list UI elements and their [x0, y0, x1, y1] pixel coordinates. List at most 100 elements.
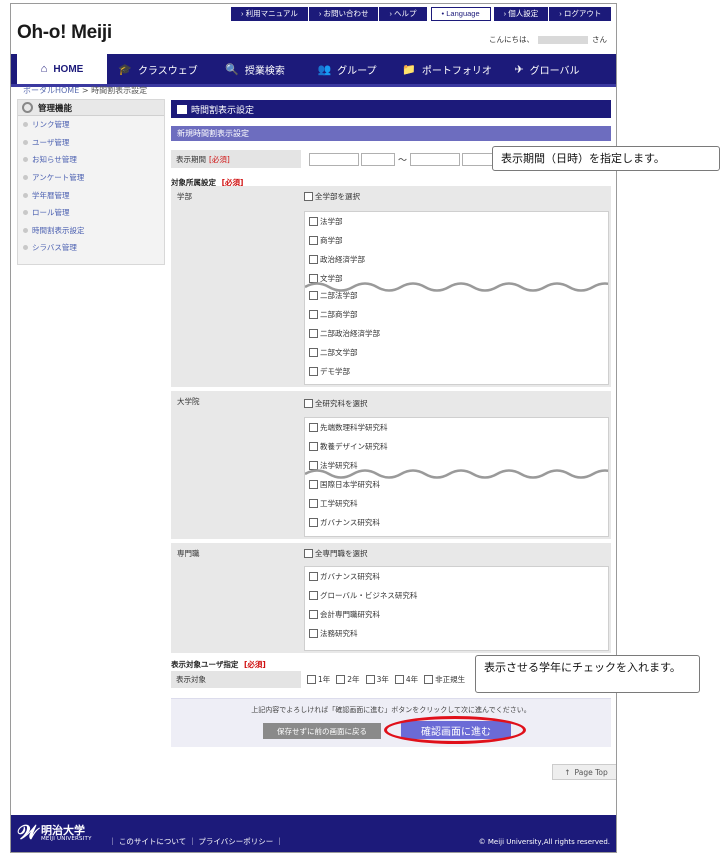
- checkbox[interactable]: [307, 675, 316, 684]
- user-greeting: こんにちは、 さん: [489, 34, 607, 45]
- sidebar-item-label: 時間割表示設定: [32, 225, 85, 235]
- start-date-input[interactable]: [309, 152, 359, 166]
- checkbox[interactable]: [309, 499, 318, 508]
- end-date-input[interactable]: [410, 152, 461, 166]
- sidebar-item-survey-management[interactable]: アンケート管理: [18, 169, 164, 187]
- graduate-item[interactable]: 先端数理科学研究科: [309, 422, 388, 433]
- sidebar-item-calendar-management[interactable]: 学年暦管理: [18, 186, 164, 204]
- faculty-item[interactable]: 商学部: [309, 235, 343, 246]
- checkbox[interactable]: [304, 398, 313, 408]
- faculty-select-all[interactable]: 全学部を選択: [304, 188, 607, 204]
- grade-option-3[interactable]: 3年: [365, 674, 389, 685]
- faculty-item[interactable]: 二部法学部: [309, 290, 358, 301]
- help-link[interactable]: › ヘルプ: [379, 7, 427, 21]
- faculty-item[interactable]: 二部政治経済学部: [309, 328, 380, 339]
- checkbox[interactable]: [309, 310, 318, 319]
- sidebar-item-link-management[interactable]: リンク管理: [18, 116, 164, 134]
- sidebar-item-label: シラバス管理: [32, 243, 77, 253]
- checkbox[interactable]: [394, 675, 404, 684]
- sidebar-item-notice-management[interactable]: お知らせ管理: [18, 151, 164, 169]
- graduate-item[interactable]: 工学研究科: [309, 498, 358, 509]
- sidebar-item-role-management[interactable]: ロール管理: [18, 204, 164, 222]
- faculty-item[interactable]: 政治経済学部: [309, 254, 365, 265]
- checkbox[interactable]: [365, 675, 375, 684]
- checkbox[interactable]: [309, 572, 318, 581]
- faculty-item[interactable]: デモ学部: [309, 366, 350, 377]
- back-without-saving-button[interactable]: 保存せずに前の画面に戻る: [263, 723, 381, 739]
- period-inputs: 〜: [301, 152, 497, 166]
- checkbox[interactable]: [309, 367, 318, 376]
- sidebar-item-user-management[interactable]: ユーザ管理: [18, 134, 164, 152]
- sidebar-item-timetable-settings[interactable]: 時間割表示設定: [18, 222, 164, 240]
- checkbox[interactable]: [309, 610, 318, 619]
- checkbox[interactable]: [309, 591, 318, 600]
- graduate-item[interactable]: ガバナンス研究科: [309, 517, 380, 528]
- item-label: 会計専門職研究科: [320, 610, 380, 619]
- logo-jp: 明治大学: [40, 824, 85, 837]
- grade-option-1[interactable]: 1年: [307, 674, 330, 685]
- checkbox[interactable]: [309, 255, 318, 264]
- checkbox[interactable]: [309, 629, 318, 638]
- nav-classweb[interactable]: 🎓 クラスウェブ: [107, 54, 209, 84]
- sidebar-item-syllabus-management[interactable]: シラバス管理: [18, 239, 164, 257]
- checkbox[interactable]: [304, 548, 313, 558]
- confirm-note: 上記内容でよろしければ「確認画面に進む」ボタンをクリックして次に進んでください。: [251, 706, 531, 714]
- item-label: 二部文学部: [320, 348, 358, 357]
- bullet-icon: [23, 175, 28, 181]
- logout-link[interactable]: › ログアウト: [549, 7, 612, 21]
- nav-global[interactable]: ✈ グローバル: [501, 54, 593, 84]
- contact-link[interactable]: › お問い合わせ: [308, 7, 379, 21]
- language-link[interactable]: • Language: [430, 7, 491, 21]
- professional-item[interactable]: グローバル・ビジネス研究科: [309, 590, 417, 601]
- checkbox[interactable]: [309, 480, 318, 489]
- grade-option-4[interactable]: 4年: [394, 674, 418, 685]
- professional-item[interactable]: ガバナンス研究科: [309, 571, 380, 582]
- breadcrumb-home-link[interactable]: ポータルHOME: [23, 86, 79, 95]
- checkbox[interactable]: [304, 191, 313, 201]
- professional-item[interactable]: 法務研究科: [309, 628, 358, 639]
- nav-portfolio[interactable]: 📁 ポートフォリオ: [393, 54, 501, 84]
- checkbox[interactable]: [309, 291, 318, 300]
- grade-option-2[interactable]: 2年: [336, 674, 360, 685]
- start-time-input[interactable]: [361, 152, 395, 166]
- checkbox[interactable]: [309, 217, 318, 226]
- university-logo[interactable]: 𝒲 明治大学 MEIJI UNIVERSITY: [17, 822, 92, 845]
- page-top-button[interactable]: ↑ Page Top: [552, 764, 616, 780]
- select-all-label: 全専門職を選択: [315, 548, 368, 558]
- item-label: ガバナンス研究科: [320, 518, 380, 527]
- greeting-suffix: さん: [592, 35, 607, 44]
- faculty-item[interactable]: 法学部: [309, 216, 343, 227]
- checkbox[interactable]: [309, 518, 318, 527]
- graduate-item[interactable]: 教養デザイン研究科: [309, 441, 388, 452]
- faculty-list: 法学部 商学部 政治経済学部 文学部 二部法学部 二部商学部 二部政治経済学部 …: [304, 211, 609, 385]
- faculty-item[interactable]: 二部商学部: [309, 309, 358, 320]
- grade-option-nonregular[interactable]: 非正規生: [424, 674, 465, 685]
- graduate-select-all[interactable]: 全研究科を選択: [304, 395, 607, 411]
- item-label: 法務研究科: [320, 629, 358, 638]
- nav-group[interactable]: 👥 グループ: [301, 54, 393, 84]
- calendar-icon: [177, 104, 187, 114]
- professional-select-all[interactable]: 全専門職を選択: [304, 545, 607, 561]
- user-target-label: 表示対象: [171, 671, 301, 688]
- checkbox[interactable]: [309, 236, 318, 245]
- checkbox[interactable]: [424, 675, 434, 684]
- checkbox[interactable]: [309, 329, 318, 338]
- faculty-item[interactable]: 二部文学部: [309, 347, 358, 358]
- personal-settings-link[interactable]: › 個人設定: [493, 7, 549, 21]
- checkbox[interactable]: [309, 442, 318, 451]
- site-logo[interactable]: Oh-o! Meiji: [17, 22, 112, 44]
- graduate-item[interactable]: 国際日本学研究科: [309, 479, 380, 490]
- professional-item[interactable]: 会計専門職研究科: [309, 609, 380, 620]
- footer-links[interactable]: ｜ このサイトについて ｜ プライバシーポリシー ｜: [109, 836, 283, 847]
- site-footer: 𝒲 明治大学 MEIJI UNIVERSITY ｜ このサイトについて ｜ プラ…: [11, 815, 616, 852]
- nav-course-search[interactable]: 🔍 授業検索: [209, 54, 301, 84]
- nav-home[interactable]: ⌂ HOME: [17, 54, 107, 84]
- end-time-input[interactable]: [462, 152, 497, 166]
- checkbox[interactable]: [336, 675, 346, 684]
- checkbox[interactable]: [309, 423, 318, 432]
- bullet-icon: [23, 245, 28, 251]
- page-title-bar: 時間割表示設定: [171, 100, 611, 118]
- checkbox[interactable]: [309, 348, 318, 357]
- manual-link[interactable]: › 利用マニュアル: [231, 7, 308, 21]
- period-separator: 〜: [398, 155, 408, 166]
